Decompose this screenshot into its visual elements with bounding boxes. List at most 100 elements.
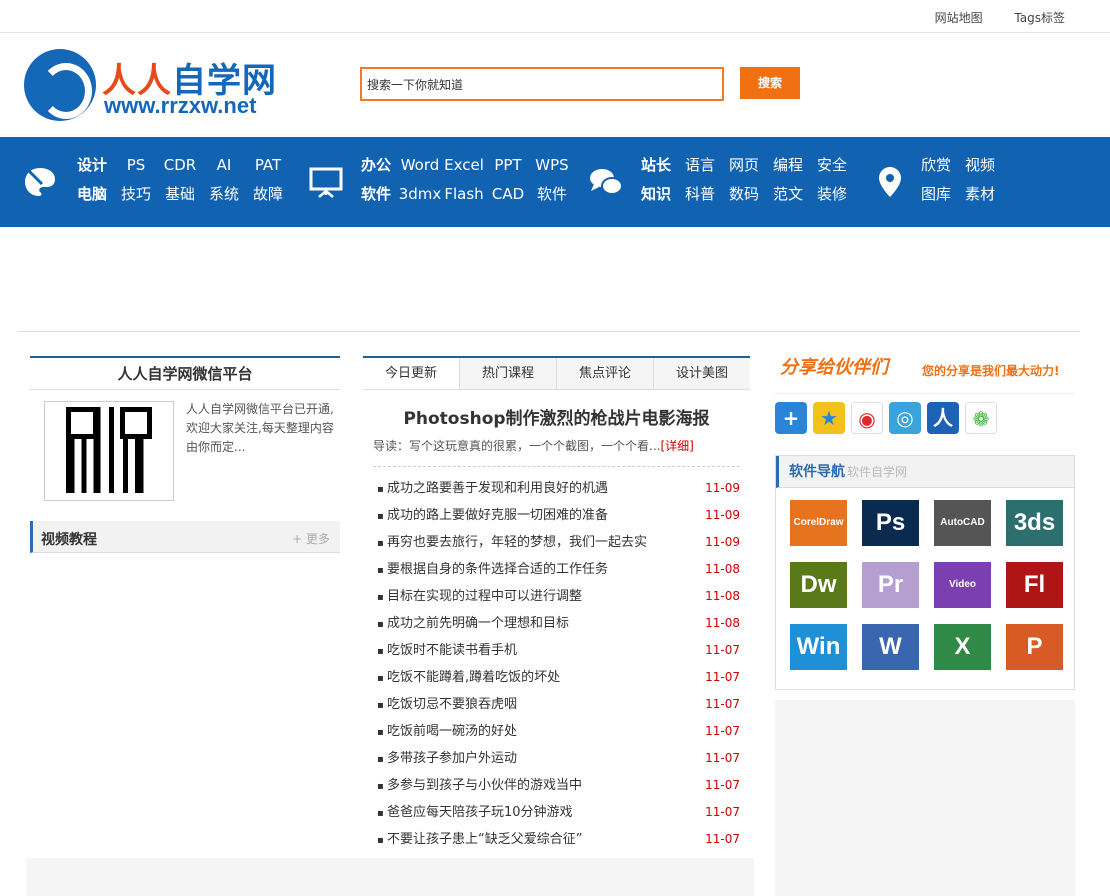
news-title[interactable]: 多参与到孩子与小伙伴的游戏当中: [377, 772, 582, 799]
software-app-icon[interactable]: Pr: [862, 562, 919, 608]
nav-link[interactable]: PAT: [246, 151, 290, 180]
nav-link[interactable]: 素材: [958, 180, 1002, 209]
news-title[interactable]: 要根据自身的条件选择合适的工作任务: [377, 556, 608, 583]
news-date: 11-09: [705, 481, 740, 495]
nav-link[interactable]: 站长: [634, 151, 678, 180]
intro-text: 导读：写个这玩意真的很累，一个个截图，一个个看...[详细]: [373, 439, 694, 453]
news-title[interactable]: 成功的路上要做好克服一切困难的准备: [377, 502, 608, 529]
software-app-icon[interactable]: Fl: [1006, 562, 1063, 608]
tab-hot[interactable]: 热门课程: [459, 358, 556, 389]
news-item[interactable]: 成功之路要善于发现和利用良好的机遇 11-09: [377, 475, 740, 502]
nav-link[interactable]: 安全: [810, 151, 854, 180]
nav-link[interactable]: 欣赏: [914, 151, 958, 180]
software-nav-header: 软件导航 软件自学网: [776, 456, 1074, 488]
news-title[interactable]: 吃饭不能蹲着,蹲着吃饭的坏处: [377, 664, 560, 691]
software-app-icon[interactable]: Dw: [790, 562, 847, 608]
software-app-icon[interactable]: X: [934, 624, 991, 670]
nav-link[interactable]: PS: [114, 151, 158, 180]
news-item[interactable]: 多参与到孩子与小伙伴的游戏当中 11-07: [377, 772, 740, 799]
nav-link[interactable]: 基础: [158, 180, 202, 209]
news-item[interactable]: 成功的路上要做好克服一切困难的准备 11-09: [377, 502, 740, 529]
news-title[interactable]: 多带孩子参加户外运动: [377, 745, 517, 772]
plus-icon[interactable]: +: [775, 402, 807, 434]
nav-link[interactable]: 范文: [766, 180, 810, 209]
nav-link[interactable]: AI: [202, 151, 246, 180]
news-item[interactable]: 吃饭不能蹲着,蹲着吃饭的坏处 11-07: [377, 664, 740, 691]
software-app-icon[interactable]: 3ds: [1006, 500, 1063, 546]
news-item[interactable]: 吃饭时不能读书看手机 11-07: [377, 637, 740, 664]
qr-code-icon: [66, 407, 152, 493]
news-title[interactable]: 吃饭前喝一碗汤的好处: [377, 718, 517, 745]
news-item[interactable]: 多带孩子参加户外运动 11-07: [377, 745, 740, 772]
weibo-icon[interactable]: ◉: [851, 402, 883, 434]
nav-link[interactable]: 故障: [246, 180, 290, 209]
nav-link[interactable]: 设计: [70, 151, 114, 180]
nav-link[interactable]: 系统: [202, 180, 246, 209]
software-app-icon[interactable]: CorelDraw: [790, 500, 847, 546]
nav-link[interactable]: 技巧: [114, 180, 158, 209]
software-app-icon[interactable]: P: [1006, 624, 1063, 670]
software-app-icon[interactable]: Win: [790, 624, 847, 670]
nav-link[interactable]: Excel: [442, 151, 486, 180]
tab-design[interactable]: 设计美图: [653, 358, 750, 389]
tab-comments[interactable]: 焦点评论: [556, 358, 653, 389]
wechat-icon[interactable]: ❁: [965, 402, 997, 434]
nav-link[interactable]: 科普: [678, 180, 722, 209]
news-title[interactable]: 不要让孩子患上“缺乏父爱综合征”: [377, 826, 582, 853]
news-title[interactable]: 目标在实现的过程中可以进行调整: [377, 583, 582, 610]
news-item[interactable]: 要根据自身的条件选择合适的工作任务 11-08: [377, 556, 740, 583]
site-logo[interactable]: 人人自学网 www.rrzxw.net: [24, 49, 294, 121]
header: 人人自学网 www.rrzxw.net 搜索一下你就知道 搜索: [0, 33, 1110, 137]
nav-link[interactable]: WPS: [530, 151, 574, 180]
renren-icon[interactable]: 人: [927, 402, 959, 434]
news-title[interactable]: 成功之路要善于发现和利用良好的机遇: [377, 475, 608, 502]
news-title[interactable]: 吃饭时不能读书看手机: [377, 637, 517, 664]
nav-link[interactable]: 办公: [354, 151, 398, 180]
tqq-icon[interactable]: ◎: [889, 402, 921, 434]
search-button[interactable]: 搜索: [740, 67, 800, 99]
software-app-icon[interactable]: Video: [934, 562, 991, 608]
news-item[interactable]: 吃饭切忌不要狼吞虎咽 11-07: [377, 691, 740, 718]
sitemap-link[interactable]: 网站地图: [935, 11, 983, 25]
news-item[interactable]: 吃饭前喝一碗汤的好处 11-07: [377, 718, 740, 745]
news-title[interactable]: 吃饭切忌不要狼吞虎咽: [377, 691, 517, 718]
nav-link[interactable]: 视频: [958, 151, 1002, 180]
nav-link[interactable]: 图库: [914, 180, 958, 209]
nav-items-webmaster: 站长 知识 语言 科普 网页 数码 编程 范文 安全 装修: [634, 151, 854, 209]
news-item[interactable]: 成功之前先明确一个理想和目标 11-08: [377, 610, 740, 637]
nav-link[interactable]: 语言: [678, 151, 722, 180]
nav-link[interactable]: 软件: [354, 180, 398, 209]
news-item[interactable]: 再穷也要去旅行，年轻的梦想，我们一起去实 11-09: [377, 529, 740, 556]
nav-link[interactable]: 网页: [722, 151, 766, 180]
news-title[interactable]: 成功之前先明确一个理想和目标: [377, 610, 569, 637]
software-app-icon[interactable]: Ps: [862, 500, 919, 546]
nav-link[interactable]: 数码: [722, 180, 766, 209]
news-item[interactable]: 不要让孩子患上“缺乏父爱综合征” 11-07: [377, 826, 740, 853]
nav-link[interactable]: 编程: [766, 151, 810, 180]
news-title[interactable]: 再穷也要去旅行，年轻的梦想，我们一起去实: [377, 529, 647, 556]
nav-items-office: 办公 软件 Word 3dmx Excel Flash PPT CAD WPS …: [354, 151, 574, 209]
search-input[interactable]: 搜索一下你就知道: [360, 67, 724, 101]
tab-today[interactable]: 今日更新: [363, 358, 459, 389]
detail-link[interactable]: [详细]: [660, 439, 693, 453]
nav-link[interactable]: CAD: [486, 180, 530, 209]
nav-link[interactable]: 3dmx: [398, 180, 442, 209]
headline-link[interactable]: Photoshop制作激烈的枪战片电影海报: [363, 404, 750, 429]
nav-link[interactable]: 装修: [810, 180, 854, 209]
nav-link[interactable]: Word: [398, 151, 442, 180]
news-date: 11-08: [705, 616, 740, 630]
nav-link[interactable]: 知识: [634, 180, 678, 209]
qzone-icon[interactable]: ★: [813, 402, 845, 434]
more-link[interactable]: + 更多: [292, 530, 330, 547]
nav-link[interactable]: 电脑: [70, 180, 114, 209]
software-app-icon[interactable]: W: [862, 624, 919, 670]
news-item[interactable]: 爸爸应每天陪孩子玩10分钟游戏 11-07: [377, 799, 740, 826]
nav-link[interactable]: PPT: [486, 151, 530, 180]
tags-link[interactable]: Tags标签: [1014, 11, 1065, 25]
news-title[interactable]: 爸爸应每天陪孩子玩10分钟游戏: [377, 799, 573, 826]
software-app-icon[interactable]: AutoCAD: [934, 500, 991, 546]
nav-link[interactable]: CDR: [158, 151, 202, 180]
nav-link[interactable]: 软件: [530, 180, 574, 209]
nav-link[interactable]: Flash: [442, 180, 486, 209]
news-item[interactable]: 目标在实现的过程中可以进行调整 11-08: [377, 583, 740, 610]
